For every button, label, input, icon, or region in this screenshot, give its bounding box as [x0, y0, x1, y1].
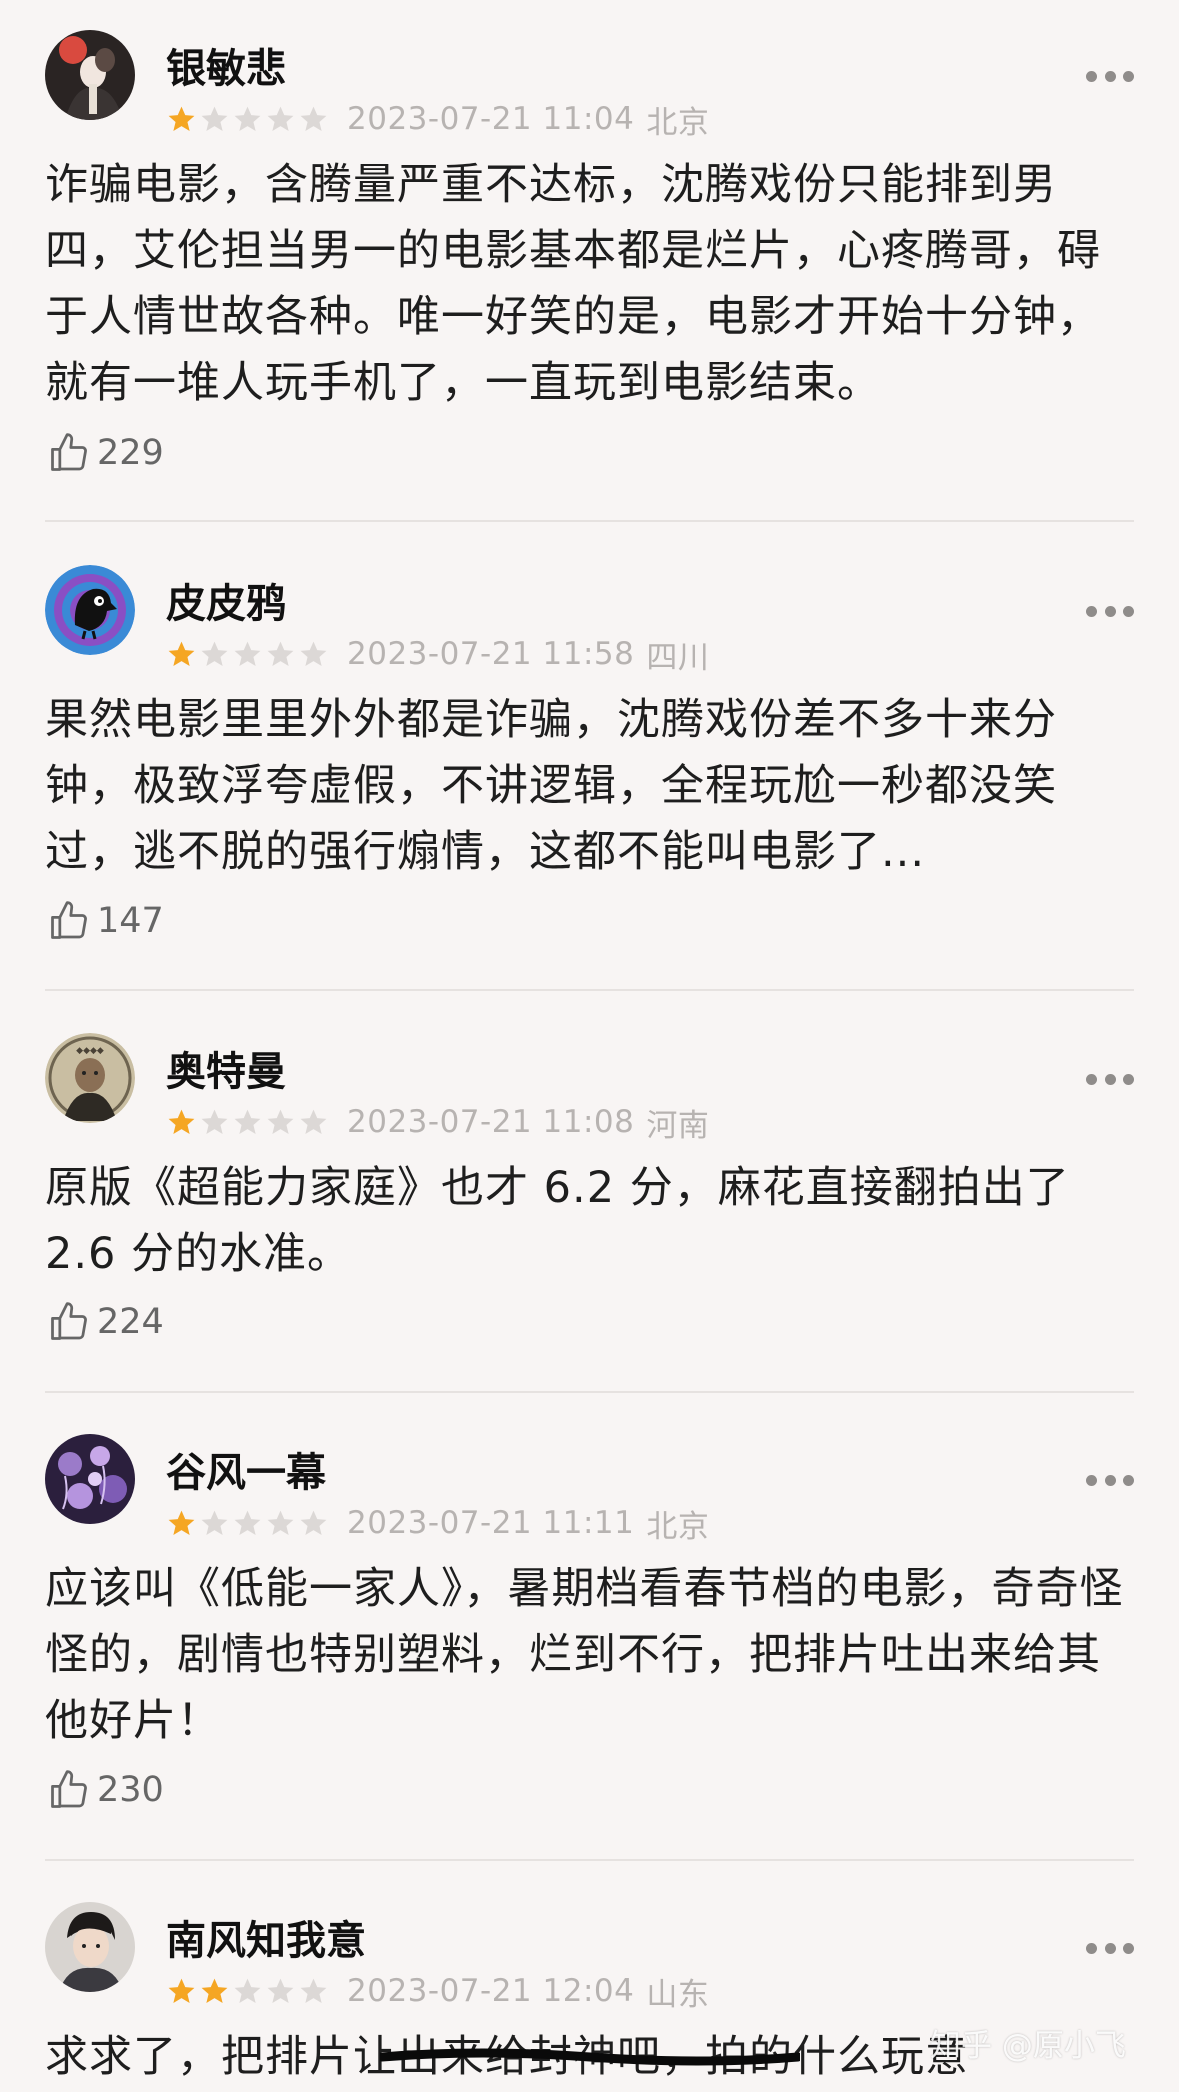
- reviews-page: 银敏悲 2023-07-21 11:04 北京 诈骗电影，含腾量严重不达标，沈腾…: [0, 0, 1179, 2092]
- star-icon: [168, 641, 195, 666]
- location: 河南: [646, 1107, 710, 1144]
- avatar[interactable]: [45, 1902, 135, 1992]
- star-rating: [166, 1976, 331, 2007]
- more-dots-icon[interactable]: [1086, 1071, 1134, 1087]
- star-icon: [168, 1978, 195, 2003]
- timestamp: 2023-07-21 12:04: [347, 1973, 635, 2009]
- timestamp: 2023-07-21 11:04: [347, 101, 635, 137]
- location: 山东: [646, 1976, 710, 2013]
- divider: [45, 989, 1134, 991]
- location: 北京: [646, 104, 710, 141]
- star-icon: [300, 1510, 327, 1535]
- scribble-mark: [380, 2048, 800, 2066]
- star-icon: [234, 106, 261, 131]
- more-dots-icon[interactable]: [1086, 603, 1134, 619]
- star-icon: [300, 1109, 327, 1134]
- divider: [45, 520, 1134, 522]
- review-content: 诈骗电影，含腾量严重不达标，沈腾戏份只能排到男四，艾伦担当男一的电影基本都是烂片…: [45, 160, 1101, 408]
- star-icon: [300, 106, 327, 131]
- star-rating: [166, 1107, 331, 1138]
- watermark: 知乎 @原小飞: [930, 2028, 1126, 2064]
- star-icon: [234, 1109, 261, 1134]
- username[interactable]: 奥特曼: [166, 1039, 286, 1097]
- like-button[interactable]: 230: [47, 1765, 164, 1815]
- review-content: 果然电影里里外外都是诈骗，沈腾戏份差不多十来分钟，极致浮夸虚假，不讲逻辑，全程玩…: [45, 695, 1057, 877]
- star-icon: [201, 106, 228, 131]
- timestamp: 2023-07-21 11:58: [347, 636, 635, 672]
- star-icon: [201, 641, 228, 666]
- more-dots-icon[interactable]: [1086, 1472, 1134, 1488]
- star-icon: [201, 1978, 228, 2003]
- star-icon: [300, 641, 327, 666]
- review-meta: 2023-07-21 12:04 山东: [166, 1971, 710, 2013]
- like-button[interactable]: 147: [47, 896, 164, 946]
- location: 北京: [646, 1508, 710, 1545]
- username[interactable]: 谷风一幕: [166, 1440, 326, 1498]
- star-icon: [267, 106, 294, 131]
- star-rating: [166, 1508, 331, 1539]
- thumbs-up-icon: [51, 901, 87, 939]
- star-icon: [267, 1978, 294, 2003]
- star-icon: [168, 1109, 195, 1134]
- star-icon: [234, 641, 261, 666]
- like-count: 147: [97, 901, 164, 941]
- star-icon: [234, 1978, 261, 2003]
- avatar[interactable]: [45, 565, 135, 655]
- star-icon: [201, 1109, 228, 1134]
- review-meta: 2023-07-21 11:11 北京: [166, 1503, 710, 1545]
- thumbs-up-icon: [51, 433, 87, 471]
- thumbs-up-icon: [51, 1770, 87, 1808]
- star-icon: [201, 1510, 228, 1535]
- star-icon: [168, 106, 195, 131]
- svg-text:◆◆◆◆: ◆◆◆◆: [76, 1046, 104, 1056]
- username[interactable]: 皮皮鸦: [166, 571, 286, 629]
- review-content: 原版《超能力家庭》也才 6.2 分，麻花直接翻拍出了 2.6 分的水准。: [45, 1163, 1070, 1279]
- location: 四川: [646, 639, 710, 676]
- star-rating: [166, 104, 331, 135]
- star-icon: [300, 1978, 327, 2003]
- star-icon: [267, 1109, 294, 1134]
- avatar[interactable]: [45, 1434, 135, 1524]
- username[interactable]: 银敏悲: [166, 36, 286, 94]
- divider: [45, 1859, 1134, 1861]
- star-icon: [168, 1510, 195, 1535]
- username[interactable]: 南风知我意: [166, 1908, 366, 1966]
- like-button[interactable]: 229: [47, 428, 164, 478]
- like-count: 229: [97, 433, 164, 473]
- like-count: 224: [97, 1302, 164, 1342]
- avatar[interactable]: [45, 30, 135, 120]
- more-dots-icon[interactable]: [1086, 1940, 1134, 1956]
- more-dots-icon[interactable]: [1086, 68, 1134, 84]
- star-rating: [166, 639, 331, 670]
- timestamp: 2023-07-21 11:08: [347, 1104, 635, 1140]
- like-button[interactable]: 224: [47, 1297, 164, 1347]
- review-content: 应该叫《低能一家人》，暑期档看春节档的电影，奇奇怪怪的，剧情也特别塑料，烂到不行…: [45, 1564, 1124, 1746]
- timestamp: 2023-07-21 11:11: [347, 1505, 635, 1541]
- review-meta: 2023-07-21 11:04 北京: [166, 99, 710, 141]
- like-count: 230: [97, 1770, 164, 1810]
- thumbs-up-icon: [51, 1302, 87, 1340]
- review-meta: 2023-07-21 11:08 河南: [166, 1102, 710, 1144]
- review-meta: 2023-07-21 11:58 四川: [166, 634, 710, 676]
- star-icon: [234, 1510, 261, 1535]
- star-icon: [267, 641, 294, 666]
- star-icon: [267, 1510, 294, 1535]
- avatar[interactable]: ◆◆◆◆: [45, 1033, 135, 1123]
- divider: [45, 1391, 1134, 1393]
